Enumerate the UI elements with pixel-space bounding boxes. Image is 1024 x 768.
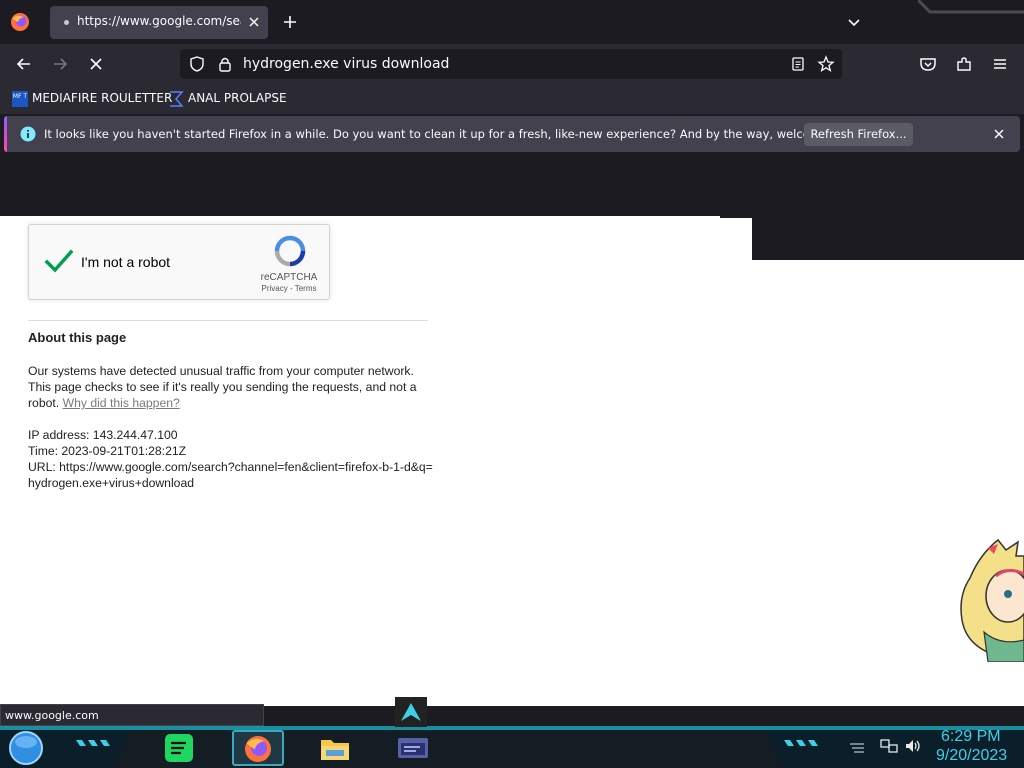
volume-icon[interactable] (904, 738, 922, 754)
recaptcha-brand: reCAPTCHA (260, 272, 318, 283)
window-frame-decoration (918, 0, 1024, 14)
launcher-thumbnail[interactable] (395, 697, 427, 727)
chevrons-decoration-icon (76, 740, 110, 746)
stop-loading-icon[interactable] (86, 54, 106, 74)
link-separator: - (287, 284, 295, 293)
captcha-label: I'm not a robot (81, 254, 171, 270)
window-icon[interactable] (396, 732, 430, 764)
bookmark-label: ANAL PROLAPSE (188, 91, 287, 105)
extensions-icon[interactable] (954, 54, 974, 74)
divider (28, 320, 428, 321)
ip-address: IP address: 143.244.47.100 (28, 428, 178, 442)
hamburger-menu-icon[interactable] (990, 54, 1010, 74)
url-info: URL: https://www.google.com/search?chann… (28, 460, 433, 490)
close-icon[interactable] (990, 125, 1008, 143)
close-tab-icon[interactable] (244, 12, 264, 32)
loading-dot-icon (64, 20, 69, 25)
info-icon (20, 126, 36, 142)
forward-arrow-icon[interactable] (50, 54, 70, 74)
tab-title: https://www.google.com/search?channel=fe… (77, 14, 241, 28)
clock-time[interactable]: 6:29 PM (941, 728, 1001, 746)
recaptcha-logo-icon (274, 235, 306, 267)
why-did-this-happen-link[interactable]: Why did this happen? (63, 396, 180, 410)
reader-view-icon[interactable] (789, 55, 807, 73)
firefox-taskbar-button[interactable] (232, 730, 284, 766)
notification-message: It looks like you haven't started Firefo… (44, 127, 864, 141)
arrow-logo-icon (401, 703, 421, 721)
refresh-firefox-button[interactable]: Refresh Firefox... (804, 123, 913, 146)
status-bar: www.google.com (0, 704, 264, 726)
tab-strip: https://www.google.com/search?channel=fe… (0, 0, 1024, 44)
sigma-icon (170, 91, 184, 107)
file-explorer-icon[interactable] (318, 732, 352, 764)
about-text: Our systems have detected unusual traffi… (28, 363, 433, 411)
chevrons-decoration-right-icon (784, 740, 818, 746)
recaptcha-links: Privacy - Terms (249, 284, 329, 293)
firefox-icon[interactable] (10, 12, 30, 32)
navigation-toolbar: hydrogen.exe virus download (0, 44, 1024, 84)
network-icon[interactable] (880, 738, 898, 754)
timestamp: Time: 2023-09-21T01:28:21Z (28, 444, 187, 458)
pocket-icon[interactable] (918, 54, 938, 74)
render-gap (720, 216, 752, 218)
firefox-icon (245, 736, 271, 762)
show-hidden-icons-icon[interactable] (848, 738, 866, 754)
start-orb-icon[interactable] (8, 730, 44, 766)
mediafire-icon: MF T (12, 91, 28, 107)
svg-text:MF T: MF T (13, 93, 28, 100)
new-tab-icon[interactable] (280, 12, 300, 32)
notification-accent (4, 116, 7, 152)
checkmark-icon[interactable] (43, 245, 75, 277)
tab-google-search[interactable]: https://www.google.com/search?channel=fe… (50, 6, 268, 39)
clock-date[interactable]: 9/20/2023 (936, 747, 1007, 765)
terms-link[interactable]: Terms (295, 284, 317, 293)
back-arrow-icon[interactable] (14, 54, 34, 74)
about-title: About this page (28, 330, 127, 345)
url-bar[interactable]: hydrogen.exe virus download (180, 49, 842, 79)
bookmark-star-icon[interactable] (817, 55, 835, 73)
bookmark-label: MEDIAFIRE ROULETTER (32, 91, 173, 105)
chevron-down-icon[interactable] (844, 12, 864, 32)
bookmarks-toolbar: MF T MEDIAFIRE ROULETTER ANAL PROLAPSE (0, 84, 1024, 114)
recaptcha-widget: I'm not a robot reCAPTCHA Privacy - Term… (28, 224, 330, 300)
spotify-icon[interactable] (162, 732, 196, 764)
taskbar-dock (112, 730, 784, 768)
lock-icon[interactable] (216, 55, 234, 73)
taskbar-trim (0, 726, 1024, 730)
shield-icon[interactable] (188, 55, 206, 73)
refresh-firefox-notification: It looks like you haven't started Firefo… (4, 116, 1020, 152)
cartoon-character-sticker (960, 538, 1024, 662)
url-input[interactable]: hydrogen.exe virus download (243, 56, 449, 72)
privacy-link[interactable]: Privacy (262, 284, 288, 293)
